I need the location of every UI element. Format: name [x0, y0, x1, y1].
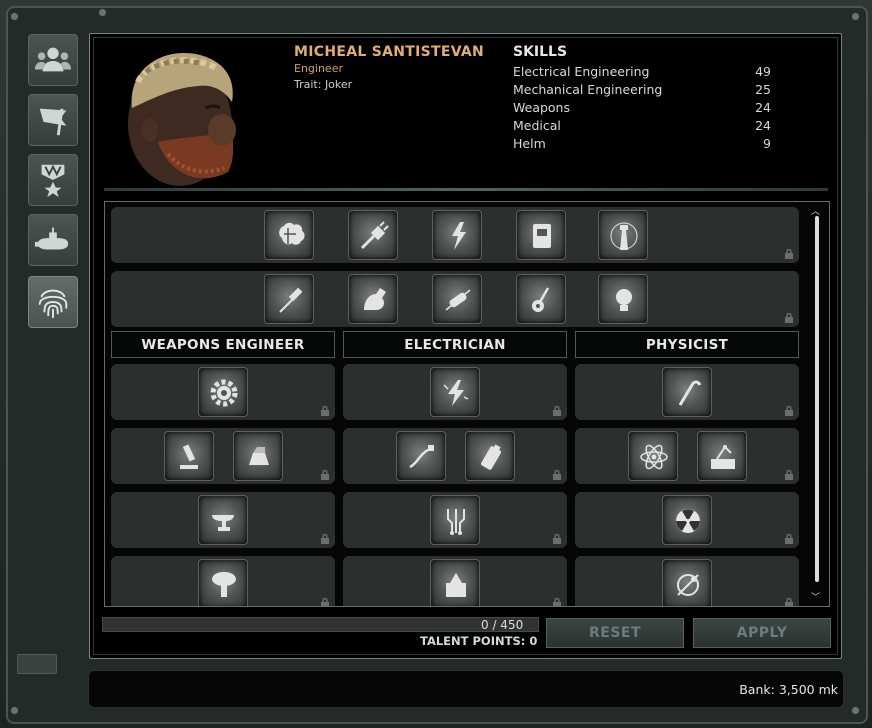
tab-mission[interactable] — [28, 94, 78, 146]
subclass-header-weapons-engineer: WEAPONS ENGINEER — [111, 331, 335, 358]
frame-bolt — [851, 12, 860, 21]
subclass-header-electrician: ELECTRICIAN — [343, 331, 567, 358]
tab-reputation[interactable] — [28, 154, 78, 206]
frame-bolt — [10, 12, 19, 21]
skills-title: SKILLS — [513, 44, 568, 60]
skill-row: Mechanical Engineering 25 — [513, 82, 771, 100]
skill-value: 49 — [755, 64, 771, 79]
talent-tree — [104, 201, 830, 607]
tab-submarine[interactable] — [28, 214, 78, 266]
skill-label: Mechanical Engineering — [513, 82, 663, 97]
tab-talents[interactable] — [28, 276, 78, 328]
scroll-down-button[interactable]: ﹀ — [811, 590, 820, 603]
skill-label: Electrical Engineering — [513, 64, 650, 79]
character-portrait — [128, 52, 236, 186]
rank-icon — [41, 164, 65, 198]
scroll-up-button[interactable]: ︿ — [811, 204, 820, 217]
side-stub — [17, 654, 57, 674]
skill-value: 25 — [755, 82, 771, 97]
talent-points: TALENT POINTS: 0 — [420, 634, 538, 648]
tab-crew[interactable] — [28, 34, 78, 86]
skill-label: Weapons — [513, 100, 570, 115]
apply-button[interactable]: APPLY — [693, 618, 831, 648]
skill-row: Helm 9 — [513, 136, 771, 154]
skill-row: Medical 24 — [513, 118, 771, 136]
submarine-icon — [34, 227, 69, 250]
skill-value: 24 — [755, 100, 771, 115]
skill-value: 24 — [755, 118, 771, 133]
skill-label: Medical — [513, 118, 561, 133]
character-job: Engineer — [294, 62, 343, 75]
character-name: MICHEAL SANTISTEVAN — [294, 44, 485, 60]
talent-progress-text: 0 / 450 — [481, 618, 524, 632]
subclass-header-physicist: PHYSICIST — [575, 331, 799, 358]
scrollbar[interactable] — [815, 216, 819, 582]
frame-bolt — [10, 706, 19, 715]
frame-bolt — [98, 8, 107, 17]
talent-progress-bar — [102, 617, 539, 632]
bank-bar — [88, 670, 844, 708]
skill-row: Electrical Engineering 49 — [513, 64, 771, 82]
skill-value: 9 — [763, 136, 771, 151]
crew-icon — [34, 47, 72, 72]
flag-icon — [39, 108, 67, 136]
frame-bolt — [851, 706, 860, 715]
character-trait: Trait: Joker — [294, 78, 353, 91]
reset-button[interactable]: RESET — [546, 618, 684, 648]
fingerprint-icon — [38, 289, 68, 319]
skill-row: Weapons 24 — [513, 100, 771, 118]
bank-balance: Bank: 3,500 mk — [739, 682, 838, 697]
skill-label: Helm — [513, 136, 546, 151]
header-divider — [104, 188, 828, 191]
